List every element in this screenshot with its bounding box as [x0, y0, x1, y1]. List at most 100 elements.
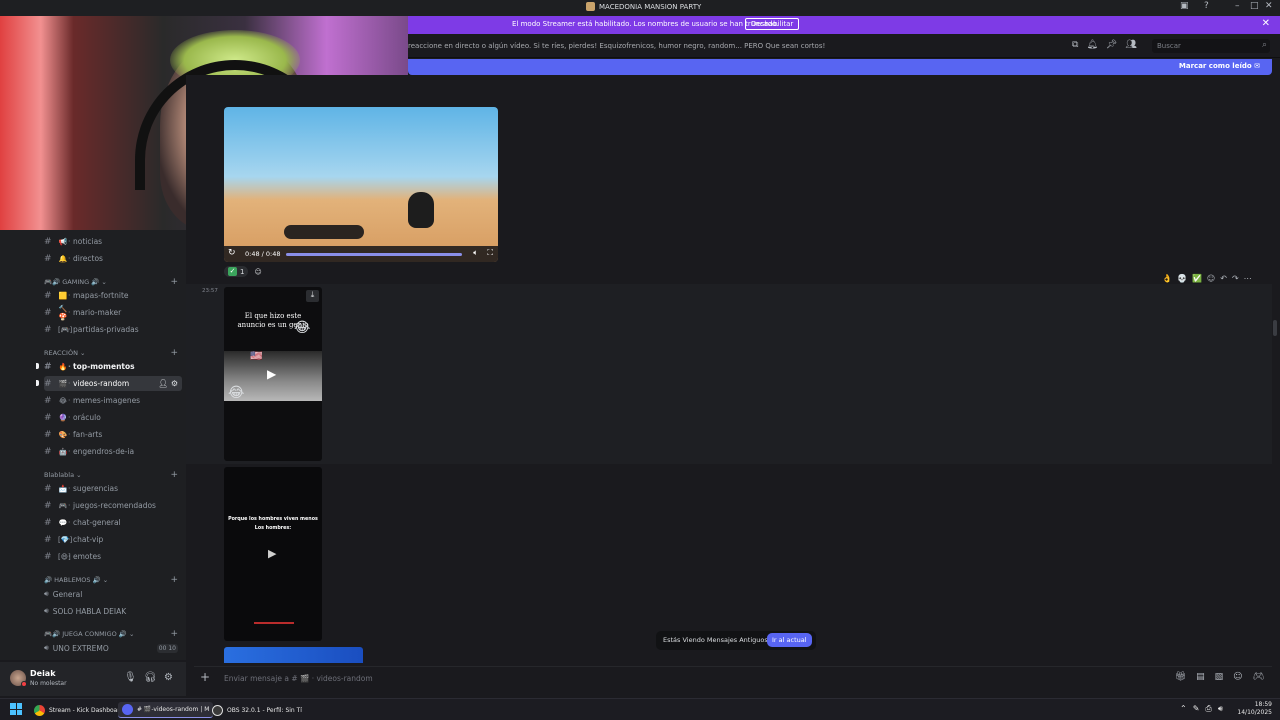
- sticker-icon[interactable]: ▧: [1215, 672, 1224, 682]
- add-channel-icon[interactable]: +: [170, 575, 178, 585]
- category-blablabla[interactable]: Blablabla ⌄ +: [44, 470, 180, 480]
- add-channel-icon[interactable]: +: [170, 348, 178, 358]
- reaction-ok-icon[interactable]: 👌: [1162, 274, 1172, 283]
- taskbar-item-discord[interactable]: # 🎬-videos-random | M: [118, 702, 214, 718]
- notification-bell-icon[interactable]: 🔔︎: [1086, 40, 1097, 50]
- network-icon[interactable]: ⎙: [1205, 704, 1211, 714]
- add-reaction-icon[interactable]: ☺: [1207, 274, 1215, 283]
- fullscreen-icon[interactable]: ⛶: [487, 248, 493, 258]
- video-controls: ↻ 0:48 / 0:48 🔈︎ ⛶: [224, 246, 498, 262]
- new-messages-bar[interactable]: Marcar como leído ✉︎: [408, 59, 1272, 75]
- channel-noticias[interactable]: # 📢 · noticias: [44, 234, 182, 249]
- message-composer[interactable]: + Enviar mensaje a # 🎬 · videos-random 🎁…: [194, 666, 1272, 688]
- chevron-up-icon[interactable]: ⌃: [1180, 704, 1187, 714]
- message-input[interactable]: Enviar mensaje a # 🎬 · videos-random: [224, 674, 373, 683]
- invite-icon[interactable]: 👤︎: [158, 379, 168, 388]
- channel-videos-random[interactable]: # 🎬 · videos-random 👤︎ ⚙︎: [44, 376, 182, 391]
- members-icon[interactable]: 👥︎: [1125, 40, 1136, 50]
- replay-icon[interactable]: ↻: [228, 248, 236, 258]
- apps-icon[interactable]: 🎮︎: [1253, 672, 1264, 682]
- gif-icon[interactable]: ▤: [1196, 672, 1205, 682]
- volume-icon[interactable]: 🔈︎: [473, 248, 478, 258]
- jump-to-present-button[interactable]: Ir al actual: [767, 633, 812, 647]
- disable-button[interactable]: Deshabilitar: [745, 18, 800, 30]
- channel-directos[interactable]: # 🔔 · directos: [44, 251, 182, 266]
- volume-icon[interactable]: 🔊︎: [1218, 704, 1223, 714]
- voice-user-count: 00 10: [156, 643, 178, 653]
- channel-topic[interactable]: reaccione en directo o algún vídeo. Si t…: [408, 42, 825, 50]
- maximize-icon[interactable]: □: [1250, 1, 1259, 11]
- video-caption: Porque los hombres viven menos Los hombre…: [228, 517, 318, 532]
- channel-juegos-recomendados[interactable]: # 🎮 · juegos-recomendados: [44, 498, 182, 513]
- play-icon[interactable]: ▶: [268, 547, 276, 560]
- discord-icon: [122, 704, 133, 715]
- channel-engendros-de-ia[interactable]: # 🤖 · engendros-de-ia: [44, 444, 182, 459]
- channel-chat-general[interactable]: # 💬 · chat-general: [44, 515, 182, 530]
- user-settings-icon[interactable]: ⚙︎: [164, 672, 173, 683]
- add-channel-icon[interactable]: +: [170, 470, 178, 480]
- channel-emotes[interactable]: # [😄] · emotes: [44, 549, 182, 564]
- channel-top-momentos[interactable]: # 🔥 · top-momentos: [44, 359, 182, 374]
- video-attachment-2[interactable]: Porque los hombres viven menos Los hombre…: [224, 467, 322, 641]
- close-icon[interactable]: ✕: [1265, 1, 1273, 11]
- help-icon[interactable]: ?: [1204, 1, 1209, 11]
- user-panel: Deiak No molestar 🎙︎ 🎧︎ ⚙︎: [0, 662, 186, 696]
- headphones-icon[interactable]: 🎧︎: [144, 672, 157, 683]
- channel-sugerencias[interactable]: # 📩 · sugerencias: [44, 481, 182, 496]
- voice-channel-solo-habla-deiak[interactable]: 🔊︎ SOLO HABLA DEIAK: [44, 606, 182, 616]
- inbox-icon[interactable]: ▣: [1180, 1, 1189, 11]
- windows-start-icon[interactable]: [10, 703, 22, 715]
- channel-oraculo[interactable]: # 🔮 · oráculo: [44, 410, 182, 425]
- emoji-icon[interactable]: ☺: [1233, 672, 1242, 682]
- unread-indicator: [36, 363, 39, 369]
- settings-gear-icon[interactable]: ⚙︎: [171, 379, 178, 388]
- channel-memes-imagenes[interactable]: # 😂 · memes-imagenes: [44, 393, 182, 408]
- threads-icon[interactable]: ⧉: [1072, 40, 1078, 50]
- voice-channel-uno-extremo[interactable]: 🔊︎ UNO EXTREMO 00 10: [44, 643, 182, 653]
- pin-icon[interactable]: 📌︎: [1106, 40, 1117, 50]
- us-flag-icon: 🇺🇸: [250, 351, 263, 362]
- dnd-status-icon: [21, 681, 27, 687]
- forward-icon[interactable]: ↷: [1232, 274, 1239, 283]
- gift-icon[interactable]: 🎁︎: [1175, 672, 1186, 682]
- scrollbar-thumb[interactable]: [1273, 320, 1277, 336]
- mark-as-read-button[interactable]: Marcar como leído ✉︎: [1179, 62, 1260, 70]
- pen-icon[interactable]: ✎: [1193, 704, 1200, 714]
- channel-mario-maker[interactable]: # 🔨🍄 · mario-maker: [44, 305, 182, 321]
- taskbar-item-chrome[interactable]: Stream - Kick Dashboar: [30, 702, 124, 718]
- video-attachment-1[interactable]: El que hizo este anuncio es un genio 😂 🇺…: [224, 287, 322, 461]
- video-attachment-3[interactable]: [224, 647, 363, 663]
- category-gaming[interactable]: 🎮🔊 GAMING 🔊 ⌄ +: [44, 277, 180, 287]
- reaction-check-icon[interactable]: ✅: [1192, 274, 1202, 283]
- search-input[interactable]: Buscar ⌕: [1152, 39, 1270, 53]
- category-juega-conmigo[interactable]: 🎮🔊 JUEGA CONMIGO 🔊 ⌄ +: [44, 629, 180, 639]
- download-icon[interactable]: ⤓: [306, 290, 319, 302]
- system-clock[interactable]: 18:59 14/10/2025: [1236, 701, 1272, 718]
- voice-channel-general[interactable]: 🔊︎ General: [44, 589, 182, 599]
- category-hablemos[interactable]: 🔊 HABLEMOS 🔊 ⌄ +: [44, 575, 180, 585]
- add-channel-icon[interactable]: +: [170, 277, 178, 287]
- play-icon[interactable]: ▶: [267, 367, 276, 381]
- minimize-icon[interactable]: –: [1235, 1, 1240, 11]
- more-options-icon[interactable]: ⋯: [1244, 274, 1252, 283]
- microphone-icon[interactable]: 🎙︎: [124, 672, 137, 683]
- banner-close-icon[interactable]: ✕: [1262, 18, 1270, 29]
- channel-partidas-privadas[interactable]: # [🎮] · partidas-privadas: [44, 322, 182, 337]
- window-title: MACEDONIA MANSION PARTY: [586, 2, 701, 11]
- speaker-icon: 🔊︎: [44, 606, 49, 615]
- channel-chat-vip[interactable]: # [💎] · chat-vip: [44, 532, 182, 547]
- channel-mapas-fortnite[interactable]: # 🟨 · mapas-fortnite: [44, 288, 182, 303]
- reaction-skull-icon[interactable]: 💀: [1177, 274, 1187, 283]
- video-progress-bar[interactable]: [286, 253, 462, 256]
- video-player[interactable]: ↻ 0:48 / 0:48 🔈︎ ⛶: [224, 107, 498, 262]
- reaction-checkmark[interactable]: ✓ 1: [224, 266, 249, 277]
- reply-icon[interactable]: ↶: [1220, 274, 1227, 283]
- attach-plus-icon[interactable]: +: [200, 670, 210, 684]
- channel-fan-arts[interactable]: # 🎨 · fan-arts: [44, 427, 182, 442]
- taskbar-item-obs[interactable]: OBS 32.0.1 - Perfil: Sin Tí: [208, 702, 306, 718]
- add-channel-icon[interactable]: +: [170, 629, 178, 639]
- speaker-icon: 🔊︎: [44, 643, 49, 652]
- add-reaction-icon[interactable]: ☺: [254, 268, 261, 276]
- checkmark-icon: ✓: [228, 267, 237, 276]
- category-reaccion[interactable]: REACCIÓN ⌄ +: [44, 348, 180, 358]
